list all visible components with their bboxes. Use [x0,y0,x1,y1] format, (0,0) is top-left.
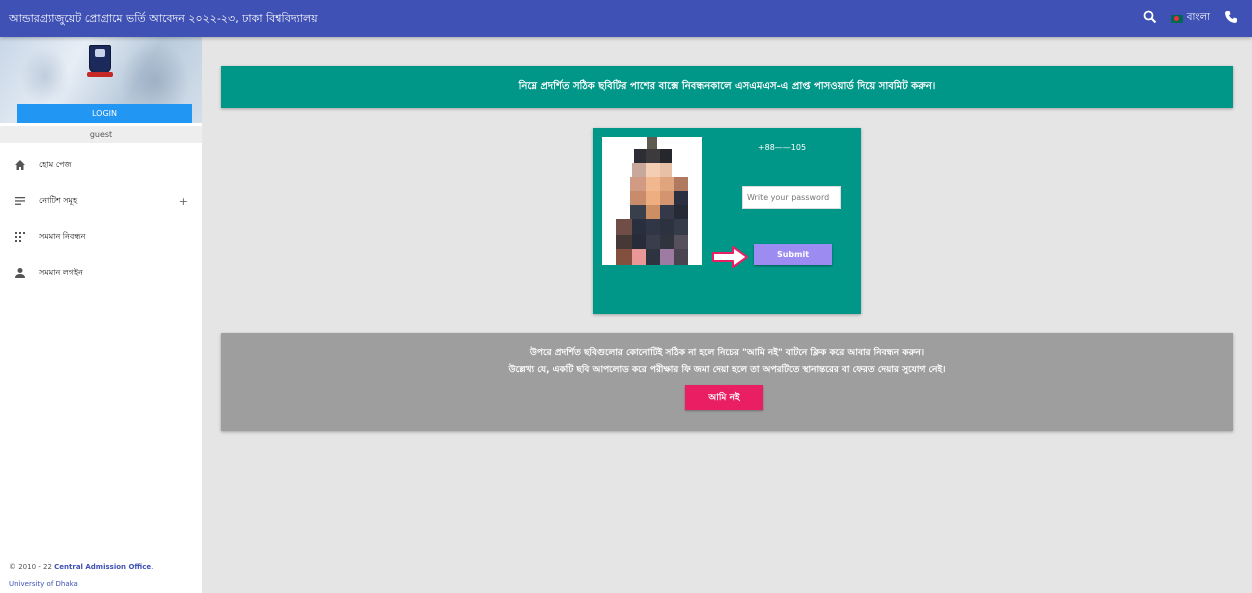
search-icon[interactable] [1143,9,1157,28]
language-label: বাংলা [1186,12,1210,23]
app-bar: আন্ডারগ্র্যাজুয়েট প্রোগ্রামে ভর্তি আবেদ… [0,0,1252,37]
person-icon [14,267,26,279]
verification-card: +88——105 Submit [593,128,861,314]
expand-icon[interactable]: + [179,195,188,208]
phone-icon[interactable] [1224,9,1238,28]
top-actions: বাংলা [1143,9,1238,28]
username-label: guest [0,126,202,143]
sidebar-menu: হোম পেজ নোটিশ সমূহ + সমমান নিবন্ধন সমমান… [0,147,202,291]
submit-button[interactable]: Submit [754,244,832,265]
notice-box: উপরে প্রদর্শিত ছবিগুলোর কোনোটিই সঠিক না … [221,333,1233,431]
copyright-text: © 2010 - 22 [9,563,55,571]
applicant-photo [602,137,702,265]
not-me-button[interactable]: আমি নই [685,385,763,410]
sidebar-footer: © 2010 - 22 Central Admission Office. Un… [9,563,154,588]
password-input[interactable] [742,186,841,209]
login-button[interactable]: LOGIN [17,104,192,123]
grid-icon [14,231,26,243]
list-icon [14,195,26,207]
app-title: আন্ডারগ্র্যাজুয়েট প্রোগ্রামে ভর্তি আবেদ… [9,12,318,25]
sidebar-item-label: নোটিশ সমূহ [39,195,78,205]
sidebar-item-home[interactable]: হোম পেজ [0,147,202,183]
university-logo [87,45,113,77]
arrow-right-icon [712,246,748,268]
sidebar-item-label: সমমান লগইন [39,267,83,277]
sidebar: LOGIN guest হোম পেজ নোটিশ সমূহ + সমমান ন… [0,37,202,593]
bangladesh-flag-icon [1170,14,1183,23]
sidebar-item-notices[interactable]: নোটিশ সমূহ + [0,183,202,219]
notice-line-2: উল্লেখ্য যে, একটি ছবি আপলোড করে পরীক্ষার… [508,365,946,375]
home-icon [14,159,26,171]
phone-number: +88——105 [757,143,807,152]
language-switch[interactable]: বাংলা [1170,10,1210,27]
sidebar-item-label: হোম পেজ [39,159,72,169]
notice-line-1: উপরে প্রদর্শিত ছবিগুলোর কোনোটিই সঠিক না … [529,348,925,358]
sidebar-header: LOGIN [0,37,202,123]
sidebar-item-equivalent-registration[interactable]: সমমান নিবন্ধন [0,219,202,255]
central-admission-office-link[interactable]: Central Admission Office [54,563,151,571]
university-link[interactable]: University of Dhaka [9,580,78,588]
sidebar-item-equivalent-login[interactable]: সমমান লগইন [0,255,202,291]
instruction-banner: নিম্নে প্রদর্শিত সঠিক ছবিটির পাশের বাক্স… [221,66,1233,108]
sidebar-item-label: সমমান নিবন্ধন [39,231,86,241]
